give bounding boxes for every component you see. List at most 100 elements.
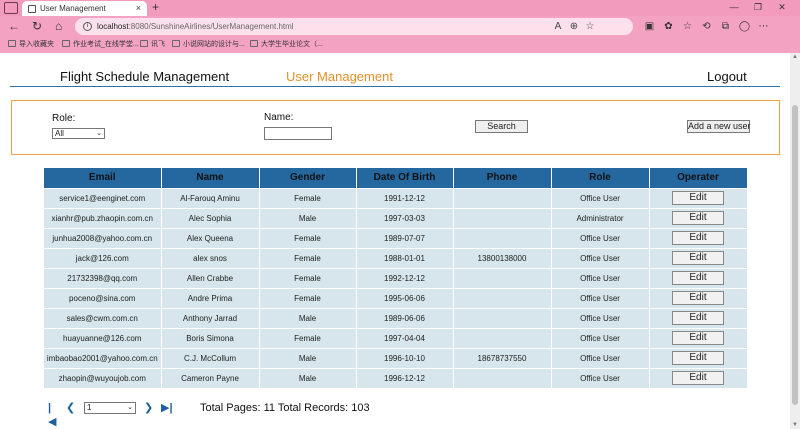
window-controls: — ❐ ✕ — [722, 0, 794, 15]
table-row: xianhr@pub.zhaopin.com.cn Alec Sophia Male… — [44, 207, 748, 228]
cell-operater: Edit — [649, 287, 748, 308]
table-row: jack@126.com alex snos Female 1988-01-01 138… — [44, 247, 748, 268]
next-page-icon[interactable]: ❯ — [144, 401, 153, 415]
search-button[interactable]: Search — [475, 120, 528, 133]
cell-operater: Edit — [649, 327, 748, 348]
cell-operater: Edit — [649, 207, 748, 228]
column-header: Role — [551, 168, 650, 188]
cell-role: Office User — [551, 247, 650, 268]
cell-phone — [453, 227, 552, 248]
cell-role: Office User — [551, 187, 650, 208]
nav-flight-schedule[interactable]: Flight Schedule Management — [60, 69, 229, 84]
browser-tab[interactable]: User Management × — [22, 1, 147, 16]
name-input[interactable] — [264, 127, 332, 140]
zoom-icon[interactable]: ⊕ — [566, 18, 582, 35]
extensions-icon[interactable]: ✿ — [659, 19, 678, 34]
table-row: sales@cwm.com.cn Anthony Jarrad Male 1989-0… — [44, 307, 748, 328]
edit-button[interactable]: Edit — [672, 331, 724, 345]
cell-name: Anthony Jarrad — [161, 307, 260, 328]
page-scrollbar[interactable]: ▲ ▼ — [790, 53, 800, 429]
cell-email: zhaopin@wuyoujob.com — [44, 367, 162, 388]
cell-gender: Female — [259, 187, 357, 208]
page-select[interactable]: 1 ⌄ — [84, 402, 136, 414]
cell-email: junhua2008@yahoo.com.cn — [44, 227, 162, 248]
back-icon[interactable]: ← — [8, 19, 20, 34]
cell-name: Boris Simona — [161, 327, 260, 348]
table-row: zhaopin@wuyoujob.com Cameron Payne Male 199… — [44, 367, 748, 388]
site-info-icon[interactable]: i — [83, 22, 92, 31]
filter-panel: Role: All ⌄ Name: Search Add a new user — [11, 100, 780, 155]
column-header: Name — [161, 168, 260, 188]
table-row: imbaobao2001@yahoo.com.cn C.J. McCollum Ma… — [44, 347, 748, 368]
edit-button[interactable]: Edit — [672, 211, 724, 225]
cell-phone — [453, 367, 552, 388]
split-screen-icon[interactable]: ▣ — [640, 19, 659, 34]
window-menu-icon[interactable] — [4, 2, 18, 14]
history-icon[interactable]: ⟲ — [697, 19, 716, 34]
cell-gender: Female — [259, 247, 357, 268]
bookmark-item[interactable]: 讯飞 — [140, 37, 165, 53]
url-path: :8080/SunshineAirlines/UserManagement.ht… — [128, 22, 294, 31]
bookmark-icon — [250, 40, 258, 47]
edit-button[interactable]: Edit — [672, 231, 724, 245]
cell-gender: Male — [259, 367, 357, 388]
cell-operater: Edit — [649, 307, 748, 328]
reload-icon[interactable]: ↻ — [32, 19, 42, 34]
cell-operater: Edit — [649, 187, 748, 208]
address-actions: A ⊕ ☆ — [550, 18, 598, 35]
cell-gender: Female — [259, 267, 357, 288]
role-select[interactable]: All ⌄ — [52, 128, 105, 139]
edit-button[interactable]: Edit — [672, 271, 724, 285]
favorite-star-icon[interactable]: ☆ — [582, 18, 598, 35]
maximize-icon[interactable]: ❐ — [746, 0, 770, 15]
edit-button[interactable]: Edit — [672, 311, 724, 325]
add-user-button[interactable]: Add a new user — [687, 120, 751, 133]
scroll-up-icon[interactable]: ▲ — [791, 54, 799, 60]
last-page-icon[interactable]: ▶| — [161, 401, 173, 415]
edit-button[interactable]: Edit — [672, 291, 724, 305]
cell-gender: Female — [259, 327, 357, 348]
table-row: 21732398@qq.com Allen Crabbe Female 1992-12… — [44, 267, 748, 288]
cell-dob: 1997-04-04 — [356, 327, 454, 348]
prev-page-icon[interactable]: ❮ — [66, 401, 75, 415]
profile-icon[interactable]: ◯ — [735, 19, 754, 34]
page-select-value: 1 — [87, 403, 92, 412]
first-page-icon[interactable]: |◀ — [48, 401, 56, 429]
cell-role: Office User — [551, 287, 650, 308]
scroll-down-icon[interactable]: ▼ — [791, 422, 799, 428]
cell-email: xianhr@pub.zhaopin.com.cn — [44, 207, 162, 228]
table-row: service1@eenginet.com Al-Farouq Aminu Fema… — [44, 187, 748, 208]
role-label: Role: — [52, 113, 76, 124]
read-aloud-icon[interactable]: A — [550, 18, 566, 35]
scroll-thumb[interactable] — [792, 105, 798, 405]
home-icon[interactable]: ⌂ — [55, 19, 62, 34]
cell-name: alex snos — [161, 247, 260, 268]
cell-dob: 1995-06-06 — [356, 287, 454, 308]
collections-icon[interactable]: ⧉ — [716, 19, 735, 34]
edit-button[interactable]: Edit — [672, 351, 724, 365]
cell-dob: 1992-12-12 — [356, 267, 454, 288]
edit-button[interactable]: Edit — [672, 191, 724, 205]
bookmark-item[interactable]: 小说网站的设计与... — [172, 37, 245, 53]
tab-close-icon[interactable]: × — [136, 1, 141, 16]
cell-gender: Male — [259, 347, 357, 368]
bookmark-item[interactable]: 大学生毕业论文（... — [250, 37, 323, 53]
new-tab-button[interactable]: + — [152, 0, 159, 15]
edit-button[interactable]: Edit — [672, 371, 724, 386]
cell-phone — [453, 187, 552, 208]
cell-dob: 1996-10-10 — [356, 347, 454, 368]
bookmark-item[interactable]: 导入收藏夹 — [8, 37, 54, 53]
bookmarks-bar: 导入收藏夹 作业考试_在线学堂... 讯飞 小说网站的设计与... 大学生毕业论… — [0, 37, 800, 53]
bookmark-item[interactable]: 作业考试_在线学堂... — [62, 37, 139, 53]
close-window-icon[interactable]: ✕ — [770, 0, 794, 15]
nav-user-management[interactable]: User Management — [286, 69, 393, 84]
url-host: localhost — [97, 22, 129, 31]
more-menu-icon[interactable]: ⋯ — [754, 19, 773, 34]
minimize-icon[interactable]: — — [722, 0, 746, 15]
favorites-icon[interactable]: ☆ — [678, 19, 697, 34]
column-header: Phone — [453, 168, 552, 188]
edit-button[interactable]: Edit — [672, 251, 724, 265]
cell-phone — [453, 287, 552, 308]
cell-name: Allen Crabbe — [161, 267, 260, 288]
logout-link[interactable]: Logout — [707, 69, 747, 84]
